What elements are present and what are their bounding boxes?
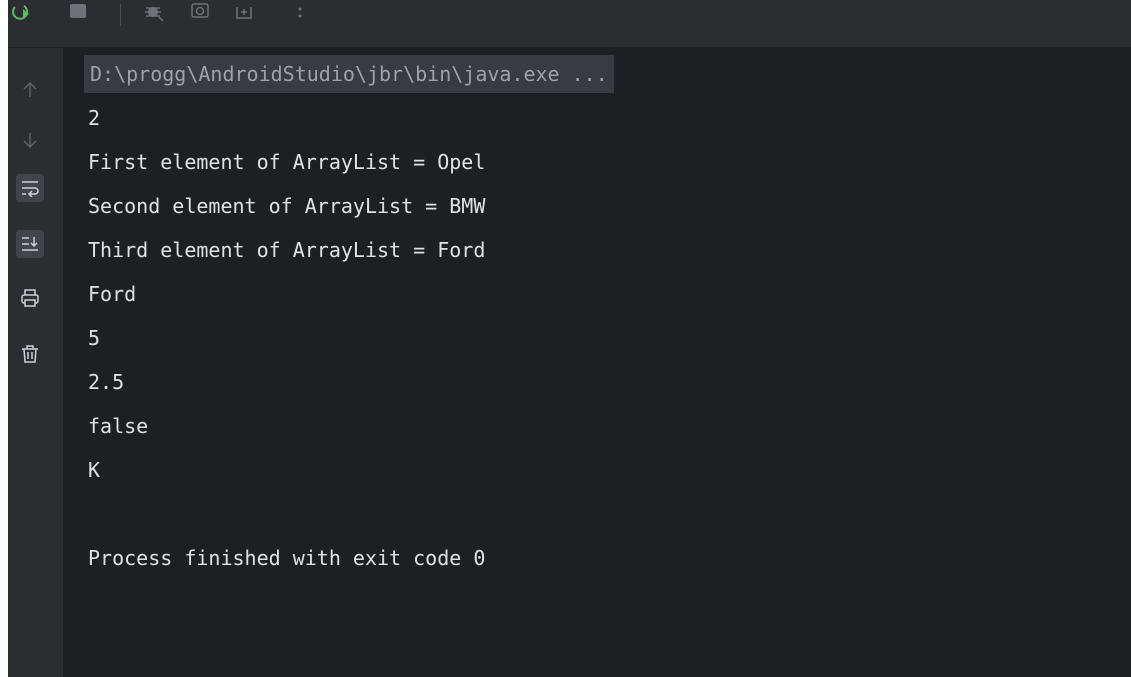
more-options-icon[interactable] <box>290 0 310 28</box>
camera-icon[interactable] <box>186 0 214 28</box>
run-tool-window: D:\progg\AndroidStudio\jbr\bin\java.exe … <box>8 0 1131 677</box>
console-side-toolbar <box>8 48 63 677</box>
debug-icon[interactable] <box>140 0 168 28</box>
console-line: 2.5 <box>88 370 125 394</box>
console-command-line: D:\progg\AndroidStudio\jbr\bin\java.exe … <box>84 52 1118 96</box>
restore-layout-icon[interactable] <box>230 0 258 28</box>
console-line: Second element of ArrayList = BMW <box>88 194 486 218</box>
soft-wrap-icon[interactable] <box>16 174 44 202</box>
up-arrow-icon[interactable] <box>16 76 44 104</box>
console-line: 5 <box>88 326 101 350</box>
console-output[interactable]: D:\progg\AndroidStudio\jbr\bin\java.exe … <box>84 52 1118 580</box>
run-toolbar <box>8 0 1131 48</box>
console-line: Third element of ArrayList = Ford <box>88 238 486 262</box>
stop-icon[interactable] <box>64 0 92 28</box>
down-arrow-icon[interactable] <box>16 126 44 154</box>
clear-all-icon[interactable] <box>16 340 44 368</box>
console-line: First element of ArrayList = Opel <box>88 150 486 174</box>
console-line: 2 <box>88 106 101 130</box>
print-icon[interactable] <box>16 284 44 312</box>
toolbar-separator <box>120 4 121 26</box>
process-exit-message: Process finished with exit code 0 <box>88 546 486 570</box>
console-line: Ford <box>88 282 137 306</box>
rerun-icon[interactable] <box>8 0 38 28</box>
console-line: K <box>88 458 101 482</box>
scroll-to-end-icon[interactable] <box>16 230 44 258</box>
command-path[interactable]: D:\progg\AndroidStudio\jbr\bin\java.exe … <box>84 55 614 93</box>
console-line: false <box>88 414 149 438</box>
